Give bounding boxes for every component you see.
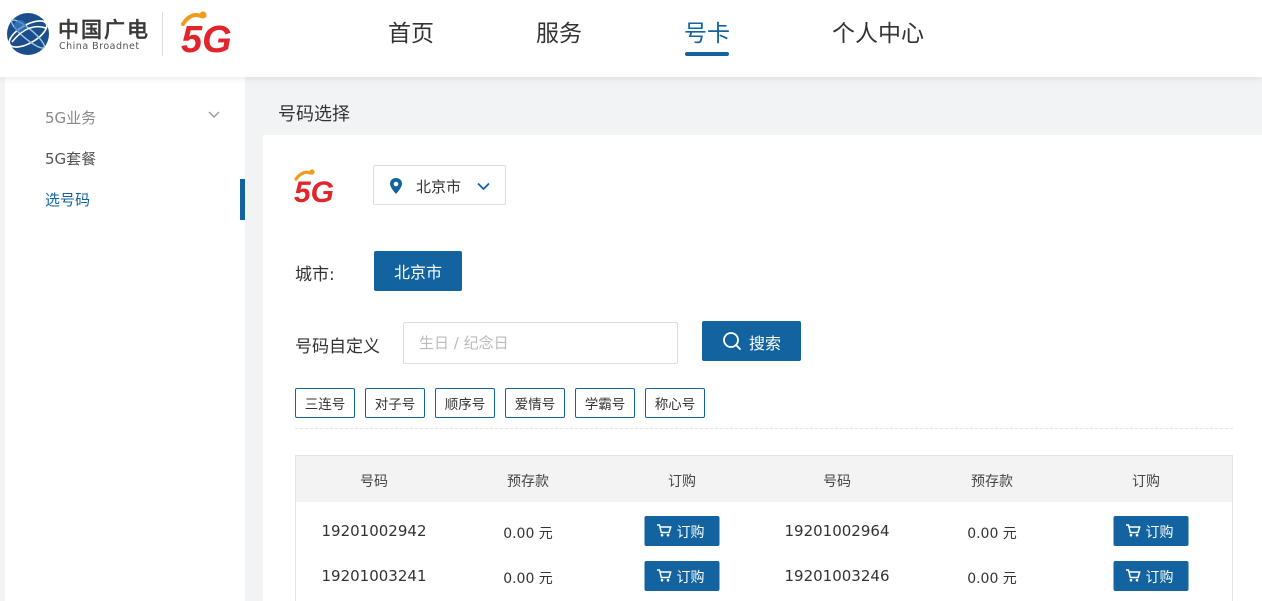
order-button[interactable]: 订购 xyxy=(1113,516,1189,546)
phone-number: 19201003246 xyxy=(784,567,890,585)
cart-icon xyxy=(657,524,672,537)
table-header-deposit: 预存款 xyxy=(971,474,1013,490)
cart-icon xyxy=(657,569,672,582)
chevron-down-icon[interactable] xyxy=(208,111,220,119)
tag-sequence[interactable]: 顺序号 xyxy=(435,388,495,418)
number-table: 号码 预存款 订购 号码 预存款 订购 19201002942 0.00 元 订… xyxy=(295,455,1233,601)
brand-name-en: China Broadnet xyxy=(59,41,140,52)
nav-number-card[interactable]: 号卡 xyxy=(684,14,730,48)
logo-divider xyxy=(162,12,163,56)
tag-love[interactable]: 爱情号 xyxy=(505,388,565,418)
top-header: 中国广电 China Broadnet 5G 首页 服务 号卡 个人中心 xyxy=(0,0,1262,77)
globe-logo-icon xyxy=(7,13,49,55)
deposit-amount: 0.00 元 xyxy=(967,526,1017,542)
nav-active-underline xyxy=(685,52,729,56)
table-header-number: 号码 xyxy=(360,474,388,490)
custom-number-label: 号码自定义 xyxy=(295,337,380,357)
cart-icon xyxy=(1126,569,1141,582)
tag-scholar[interactable]: 学霸号 xyxy=(575,388,635,418)
sidebar-active-indicator xyxy=(240,179,245,220)
deposit-amount: 0.00 元 xyxy=(503,526,553,542)
city-button[interactable]: 北京市 xyxy=(374,251,462,291)
table-header-order: 订购 xyxy=(668,474,696,490)
nav-personal-center[interactable]: 个人中心 xyxy=(832,14,924,48)
tag-satisfying[interactable]: 称心号 xyxy=(645,388,705,418)
tag-triple[interactable]: 三连号 xyxy=(295,388,355,418)
sidebar-item-5g-plan[interactable]: 5G套餐 xyxy=(45,148,96,169)
svg-text:5G: 5G xyxy=(181,19,232,56)
phone-number: 19201002964 xyxy=(784,522,890,540)
tag-pair[interactable]: 对子号 xyxy=(365,388,425,418)
order-button[interactable]: 订购 xyxy=(644,516,720,546)
table-header-number: 号码 xyxy=(823,474,851,490)
svg-text:5G: 5G xyxy=(294,176,334,206)
order-button[interactable]: 订购 xyxy=(644,561,720,591)
5g-logo-icon: 5G xyxy=(181,11,232,56)
sidebar: 5G业务 5G套餐 选号码 xyxy=(5,77,245,601)
deposit-amount: 0.00 元 xyxy=(503,571,553,587)
table-header: 号码 预存款 订购 号码 预存款 订购 xyxy=(296,456,1232,502)
nav-service[interactable]: 服务 xyxy=(536,14,582,48)
search-button[interactable]: 搜索 xyxy=(702,321,801,361)
city-label: 城市: xyxy=(295,265,335,285)
table-header-order: 订购 xyxy=(1132,474,1160,490)
location-pin-icon xyxy=(390,178,402,194)
deposit-amount: 0.00 元 xyxy=(967,571,1017,587)
order-button-label: 订购 xyxy=(676,525,705,541)
order-button[interactable]: 订购 xyxy=(1113,561,1189,591)
chevron-down-icon xyxy=(477,182,490,191)
cart-icon xyxy=(1126,524,1141,537)
dashed-divider xyxy=(295,428,1233,429)
phone-number: 19201003241 xyxy=(321,567,427,585)
table-header-deposit: 预存款 xyxy=(507,474,549,490)
nav-home[interactable]: 首页 xyxy=(388,14,434,48)
sidebar-item-select-number[interactable]: 选号码 xyxy=(45,189,90,210)
china-broadnet-logo[interactable]: 中国广电 China Broadnet xyxy=(6,12,148,56)
brand-name-cn: 中国广电 xyxy=(58,18,150,42)
location-select[interactable]: 北京市 xyxy=(373,165,506,205)
order-button-label: 订购 xyxy=(676,570,705,586)
order-button-label: 订购 xyxy=(1145,525,1174,541)
search-button-label: 搜索 xyxy=(749,334,782,353)
5g-mini-logo-icon: 5G xyxy=(294,169,334,206)
location-select-value: 北京市 xyxy=(416,178,462,196)
sidebar-item-5g-business[interactable]: 5G业务 xyxy=(45,107,96,128)
search-icon xyxy=(723,332,741,350)
page-title: 号码选择 xyxy=(278,104,350,125)
order-button-label: 订购 xyxy=(1145,570,1174,586)
search-input[interactable] xyxy=(403,322,678,364)
phone-number: 19201002942 xyxy=(321,522,427,540)
